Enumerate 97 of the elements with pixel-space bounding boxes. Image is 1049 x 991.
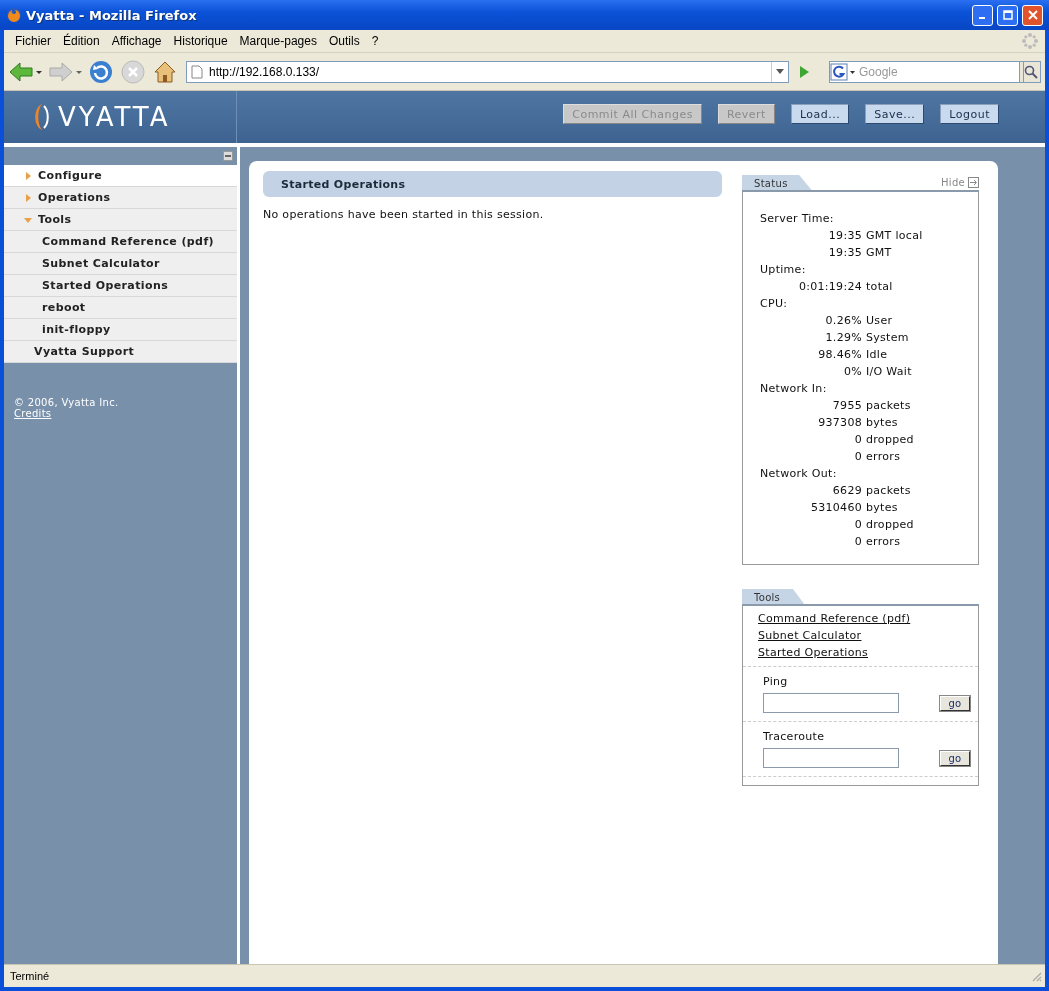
nav-label[interactable]: Tools [38, 213, 72, 226]
search-icon [1022, 60, 1038, 83]
status-unit: packets [866, 483, 912, 499]
tool-link[interactable]: Command Reference (pdf) [758, 610, 911, 627]
nav-subitem[interactable]: Started Operations [4, 275, 237, 297]
nav-label[interactable]: Vyatta Support [34, 345, 135, 358]
status-unit: bytes [866, 415, 899, 431]
nav-subitem[interactable]: init-floppy [4, 319, 237, 341]
menu-item[interactable]: Édition [59, 34, 108, 48]
status-unit: bytes [866, 500, 899, 516]
input-field[interactable] [763, 748, 899, 768]
tool-link[interactable]: Subnet Calculator [758, 627, 862, 644]
tool-link[interactable]: Started Operations [758, 644, 868, 661]
nav-label[interactable]: Configure [38, 169, 103, 182]
menu-item[interactable]: Historique [169, 34, 236, 48]
status-value: 937308 [817, 415, 862, 431]
go-button[interactable]: go [939, 695, 970, 711]
status-value: 19:35 [827, 228, 862, 244]
status-value: 19:35 [827, 245, 862, 261]
section-heading: Started Operations [263, 171, 722, 197]
hide-link[interactable]: Hide [941, 177, 979, 190]
maximize-button[interactable] [997, 4, 1018, 26]
field-label: Traceroute [763, 730, 826, 743]
status-value: 0 [853, 534, 862, 550]
collapse-icon[interactable] [223, 151, 233, 161]
status-text: Terminé [10, 970, 51, 982]
search-button[interactable] [1019, 60, 1041, 83]
menu-item[interactable]: Marque-pages [235, 34, 325, 48]
status-value: 6629 [831, 483, 862, 499]
status-unit: System [866, 330, 910, 346]
nav-item[interactable]: Tools [4, 209, 237, 231]
field-label: Ping [763, 675, 789, 688]
close-button[interactable] [1022, 4, 1043, 26]
status-value: 5310460 [809, 500, 862, 516]
status-value: 1.29% [824, 330, 862, 346]
exit-arrow-icon [968, 177, 979, 188]
status-value: 0% [842, 364, 862, 380]
toolbar-button[interactable]: Save... [865, 104, 925, 124]
caret-icon [776, 69, 784, 74]
status-label: Uptime: [760, 262, 807, 278]
status-value: 0 [853, 449, 862, 465]
back-arrow-icon[interactable] [8, 59, 42, 84]
empty-message: No operations have been started in this session. [263, 208, 545, 221]
status-unit: GMT local [866, 228, 924, 244]
reload-icon[interactable] [88, 58, 114, 85]
nav-label[interactable]: Operations [38, 191, 111, 204]
close-icon[interactable] [1027, 10, 1038, 20]
nav-item[interactable]: Operations [4, 187, 237, 209]
copyright-text: © 2006, Vyatta Inc. [14, 397, 120, 408]
status-value: 98.46% [817, 347, 862, 363]
status-label: Network Out: [760, 466, 838, 482]
status-label: Network In: [760, 381, 828, 397]
search-bar[interactable]: Google [829, 60, 1041, 83]
status-value: 0.26% [824, 313, 862, 329]
panel-tab[interactable]: Status [742, 175, 812, 190]
status-value: 0:01:19:24 [797, 279, 862, 295]
status-label: CPU: [760, 296, 789, 312]
window-title: Vyatta - Mozilla Firefox [26, 7, 198, 23]
status-unit: I/O Wait [866, 364, 913, 380]
status-unit: errors [866, 449, 902, 465]
status-unit: dropped [866, 432, 915, 448]
nav-subitem[interactable]: Subnet Calculator [4, 253, 237, 275]
page-icon [191, 64, 203, 79]
menu-item[interactable]: Fichier [11, 34, 59, 48]
go-button[interactable]: go [939, 750, 970, 766]
vyatta-logo: VYATTA [4, 91, 237, 143]
input-field[interactable] [763, 693, 899, 713]
throbber-icon [1022, 33, 1038, 49]
search-engine-icon[interactable] [829, 60, 856, 83]
status-value: 0 [853, 517, 862, 533]
status-unit: dropped [866, 517, 915, 533]
toolbar-button[interactable]: Logout [940, 104, 999, 124]
nav-item[interactable]: Vyatta Support [4, 341, 237, 363]
status-value: 0 [853, 432, 862, 448]
address-field[interactable]: http://192.168.0.133/ [186, 60, 789, 83]
panel-tab[interactable]: Tools [742, 589, 805, 604]
status-unit: packets [866, 398, 912, 414]
nav-subitem[interactable]: Command Reference (pdf) [4, 231, 237, 253]
menu-item[interactable]: ? [367, 34, 387, 48]
status-label: Server Time: [760, 211, 835, 227]
resize-grip-icon[interactable] [1030, 970, 1042, 982]
status-unit: errors [866, 534, 902, 550]
menu-item[interactable]: Outils [324, 34, 368, 48]
minimize-button[interactable] [972, 4, 993, 26]
nav-subitem[interactable]: reboot [4, 297, 237, 319]
status-value: 7955 [831, 398, 862, 414]
status-unit: total [866, 279, 894, 295]
status-unit: User [866, 313, 894, 329]
status-unit: GMT [866, 245, 893, 261]
maximize-icon[interactable] [1002, 10, 1013, 20]
nav-item[interactable]: Configure [4, 165, 237, 187]
status-unit: Idle [866, 347, 889, 363]
toolbar-button[interactable]: Load... [790, 104, 850, 124]
menu-item[interactable]: Affichage [107, 34, 170, 48]
search-field[interactable]: Google [856, 60, 1019, 83]
triangle-right-icon[interactable] [24, 171, 32, 180]
firefox-icon [6, 7, 22, 23]
